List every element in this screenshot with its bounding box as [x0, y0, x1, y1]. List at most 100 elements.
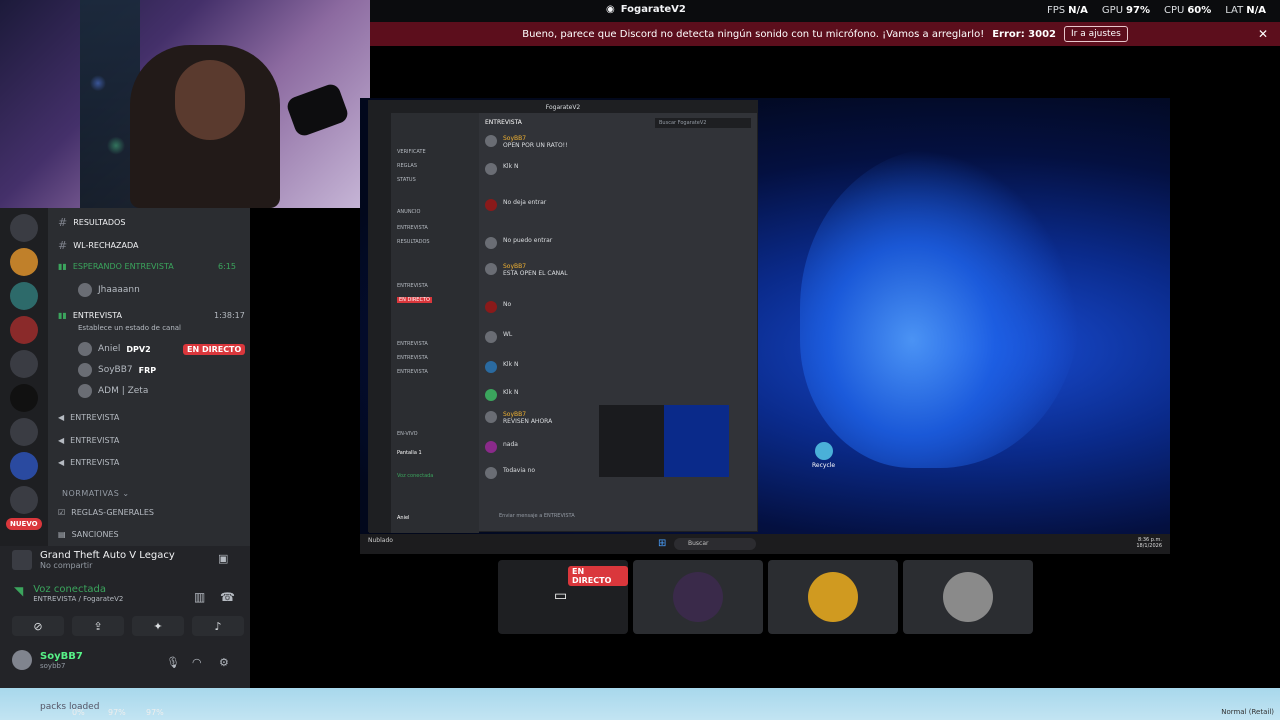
chat-message: SoyBB7 ESTA OPEN EL CANAL — [485, 263, 568, 277]
server-icon[interactable] — [10, 282, 38, 310]
microphone — [284, 81, 351, 139]
channel-entrevista-3[interactable]: ◀ ENTREVISTA — [58, 436, 119, 445]
monitor-icon: ▭ — [554, 588, 568, 604]
chat-message: Klk N — [485, 361, 518, 373]
inner-search[interactable]: Buscar FogarateV2 — [655, 118, 751, 128]
stat-lat: LAT N/A — [1225, 5, 1266, 16]
channel-entrevista-4[interactable]: ◀ ENTREVISTA — [58, 458, 119, 467]
chat-message: Klk N — [485, 389, 518, 401]
weather-widget[interactable]: Nublado — [368, 537, 393, 544]
server-icon[interactable] — [10, 384, 38, 412]
camera-off-icon[interactable]: ⊘ — [12, 616, 64, 636]
channel-resultados[interactable]: # RESULTADOS — [58, 216, 125, 229]
channel-sanciones[interactable]: ▤ SANCIONES — [58, 530, 119, 539]
screen-share-icon[interactable]: ▣ — [218, 552, 228, 565]
notice-error-code: Error: 3002 — [992, 28, 1057, 40]
inner-channel[interactable]: ANUNCIO — [397, 209, 420, 215]
channel-esperando-entrevista[interactable]: ▮▮ ESPERANDO ENTREVISTA 6:15 — [58, 262, 236, 271]
new-badge[interactable]: NUEVO — [6, 518, 42, 530]
game-icon — [12, 550, 32, 570]
go-to-settings-button[interactable]: Ir a ajustes — [1064, 26, 1128, 42]
chat-message: Klk N — [485, 163, 518, 175]
server-icon[interactable] — [10, 452, 38, 480]
footer-pct: 97% — [108, 708, 126, 717]
taskbar-search[interactable]: Buscar — [674, 538, 756, 550]
voice-icon: ▮▮ — [58, 262, 67, 271]
category-normativas[interactable]: NORMATIVAS ⌄ — [62, 489, 130, 498]
channel-entrevista-2[interactable]: ◀ ENTREVISTA — [58, 413, 119, 422]
stat-gpu: GPU 97% — [1101, 5, 1150, 16]
inner-channel[interactable]: ENTREVISTA — [397, 283, 428, 289]
soundboard-button[interactable]: ♪ — [192, 616, 244, 636]
voice-connection[interactable]: ◥ Voz conectada ENTREVISTA / FogarateV2 — [14, 584, 123, 603]
activities-icon[interactable]: ✦ — [132, 616, 184, 636]
microphone-icon[interactable]: 🎙 — [166, 656, 180, 669]
participant-tile[interactable] — [633, 560, 763, 634]
chat-image-attachment[interactable] — [599, 405, 729, 477]
member-adm-zeta[interactable]: ADM | Zeta — [78, 384, 148, 398]
inner-channel[interactable]: ENTREVISTA — [397, 369, 428, 375]
stream-tile[interactable]: EN DIRECTO ▭ — [498, 560, 628, 634]
inner-server-list — [369, 113, 391, 533]
notice-message: Bueno, parece que Discord no detecta nin… — [522, 28, 985, 40]
start-icon[interactable]: ⊞ — [658, 538, 666, 549]
server-icon[interactable] — [10, 486, 38, 514]
inner-channel[interactable]: ENTREVISTA — [397, 341, 428, 347]
game-footer: packs loaded 0% 97% 97% Normal (Retail) — [0, 688, 1280, 720]
inner-channel[interactable]: RESULTADOS — [397, 239, 430, 245]
discord-icon: ◉ — [606, 4, 615, 15]
footer-mode: Normal (Retail) — [1221, 708, 1274, 716]
chat-message: SoyBB7 REVISEN AHORA — [485, 411, 552, 425]
gear-icon[interactable]: ⚙ — [219, 656, 229, 669]
perf-stats: FPS N/A GPU 97% CPU 60% LAT N/A — [1047, 5, 1266, 16]
inner-live-badge: EN DIRECTO — [397, 297, 432, 303]
shared-screen: Recycle FogarateV2 VERIFICATE REGLAS STA… — [360, 98, 1170, 554]
member-soybb7[interactable]: SoyBB7 FRP — [78, 363, 156, 377]
channel-reglas-generales[interactable]: ☑ REGLAS-GENERALES — [58, 508, 154, 517]
server-icon[interactable] — [10, 350, 38, 378]
inner-channel-title: ENTREVISTA — [485, 119, 522, 126]
channel-entrevista[interactable]: ▮▮ ENTREVISTA 1:38:17 — [58, 311, 245, 320]
inner-title: FogarateV2 — [369, 101, 757, 113]
server-icon[interactable] — [10, 316, 38, 344]
close-icon[interactable]: ✕ — [1258, 27, 1268, 41]
footer-status: packs loaded — [40, 702, 100, 712]
chat-message: No deja entrar — [485, 199, 546, 211]
channel-wl-rechazada[interactable]: # WL-RECHAZADA — [58, 239, 138, 252]
inner-channel-list: VERIFICATE REGLAS STATUS ANUNCIO ENTREVI… — [391, 113, 479, 533]
webcam-overlay — [0, 0, 370, 208]
chat-message: No — [485, 301, 511, 313]
member-jhaaaann[interactable]: Jhaaaann — [78, 283, 140, 297]
server-icon[interactable] — [10, 418, 38, 446]
chat-message: SoyBB7 OPEN POR UN RATO!! — [485, 135, 568, 149]
avatar — [12, 650, 32, 670]
recycle-bin-icon[interactable]: Recycle — [812, 442, 835, 469]
member-aniel[interactable]: Aniel DPV2 — [78, 342, 151, 356]
inner-message-input[interactable]: Enviar mensaje a ENTREVISTA — [499, 513, 575, 519]
participant-tile[interactable] — [903, 560, 1033, 634]
participant-tile[interactable] — [768, 560, 898, 634]
avatar — [78, 342, 92, 356]
stat-fps: FPS N/A — [1047, 5, 1088, 16]
screen-share-button[interactable]: ⇪ — [72, 616, 124, 636]
inner-channel[interactable]: ENTREVISTA — [397, 225, 428, 231]
chat-message: No puedo entrar — [485, 237, 552, 249]
current-user[interactable]: SoyBB7 soybb7 — [12, 650, 83, 670]
disconnect-icon[interactable]: ☎ — [220, 590, 235, 604]
speaker-icon: ◀ — [58, 458, 65, 467]
server-icon[interactable] — [10, 214, 38, 242]
inner-user: Aniel — [397, 515, 410, 521]
inner-channel[interactable]: ENTREVISTA — [397, 355, 428, 361]
server-icon[interactable] — [10, 248, 38, 276]
voice-icon: ▮▮ — [58, 311, 67, 320]
taskbar-clock[interactable]: 8:36 p.m. 18/1/2026 — [1136, 537, 1162, 549]
soundboard-icon[interactable]: ▥ — [194, 590, 205, 604]
inner-channel[interactable]: EN-VIVO — [397, 431, 418, 437]
avatar — [78, 283, 92, 297]
inner-channel[interactable]: STATUS — [397, 177, 416, 183]
headphones-icon[interactable]: ◠ — [192, 656, 202, 669]
streamer-head — [175, 60, 245, 140]
inner-channel[interactable]: REGLAS — [397, 163, 417, 169]
channel-status[interactable]: Establece un estado de canal — [78, 324, 181, 332]
inner-channel[interactable]: VERIFICATE — [397, 149, 426, 155]
